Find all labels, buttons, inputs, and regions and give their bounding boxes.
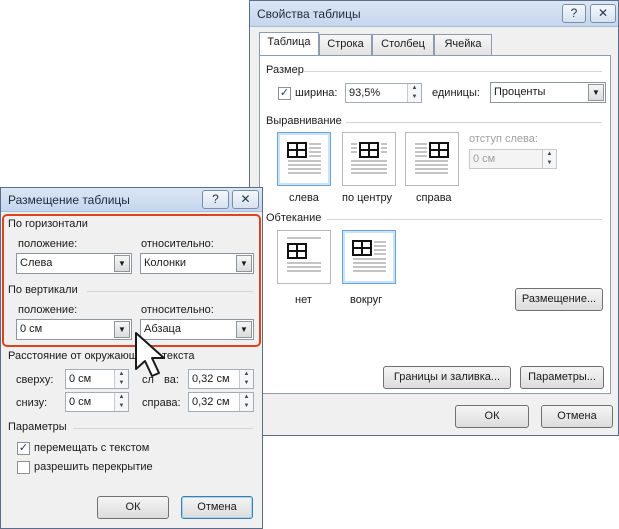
dialog-title: Свойства таблицы (257, 7, 361, 21)
table-positioning-dialog: Размещение таблицы ? ✕ По горизонтали по… (0, 187, 263, 529)
left-field[interactable]: 0,32 см ▲ ▼ (188, 369, 254, 389)
title-bar: Свойства таблицы ? ✕ (250, 1, 618, 27)
spin-up-icon: ▲ (243, 371, 250, 377)
distance-group-label: Расстояние от окружающ (8, 350, 138, 362)
align-left-label: слева (289, 192, 319, 204)
width-label: ширина: (295, 87, 338, 99)
allow-overlap-label: разрешить перекрытие (34, 461, 153, 473)
indent-spinner[interactable]: ▲ ▼ (542, 150, 556, 168)
mouse-cursor-icon (135, 332, 165, 377)
move-with-text-label: перемещать с текстом (34, 442, 150, 454)
align-right-tile[interactable] (405, 132, 459, 186)
ok-button[interactable]: ОК (97, 496, 169, 519)
params-group-label: Параметры (8, 421, 67, 433)
top-value: 0 см (69, 373, 92, 385)
right-field[interactable]: 0,32 см ▲ ▼ (188, 392, 254, 412)
help-icon: ? (212, 192, 219, 206)
right-label: справа: (142, 397, 181, 409)
align-center-label: по центру (342, 192, 393, 204)
positioning-button[interactable]: Размещение... (515, 288, 603, 311)
align-center-icon (351, 142, 387, 174)
spin-up-icon: ▲ (411, 85, 418, 91)
wrap-around-label: вокруг (350, 294, 383, 306)
cancel-button[interactable]: Отмена (541, 405, 613, 428)
title-bar: Размещение таблицы ? ✕ (1, 188, 262, 212)
highlight-frame (2, 214, 261, 347)
align-left-tile[interactable] (277, 132, 331, 186)
spin-down-icon: ▼ (243, 380, 250, 386)
wrap-none-label: нет (295, 294, 312, 306)
tab-column[interactable]: Столбец (372, 34, 434, 55)
wrap-none-icon (287, 237, 321, 272)
spin-up-icon: ▲ (243, 394, 250, 400)
spin-up-icon: ▲ (546, 151, 553, 157)
close-button[interactable]: ✕ (232, 190, 259, 209)
indent-label: отступ слева: (469, 133, 538, 145)
spin-up-icon: ▲ (118, 371, 125, 377)
borders-shading-button[interactable]: Границы и заливка... (383, 366, 511, 389)
allow-overlap-checkbox[interactable] (17, 461, 30, 474)
chevron-down-icon: ▼ (588, 84, 604, 101)
tab-panel: Размер ✓ ширина: 93,5% ▲ ▼ единицы: Проце… (259, 55, 611, 394)
align-right-label: справа (416, 192, 452, 204)
units-label: единицы: (432, 87, 480, 99)
close-icon: ✕ (597, 6, 609, 20)
wrap-around-icon (352, 240, 386, 272)
right-spinner[interactable]: ▲ ▼ (239, 393, 253, 411)
move-with-text-checkbox[interactable]: ✓ (17, 442, 30, 455)
tab-table[interactable]: Таблица (259, 32, 319, 55)
cancel-button[interactable]: Отмена (181, 496, 253, 519)
left-spinner[interactable]: ▲ ▼ (239, 370, 253, 388)
divider (327, 219, 602, 220)
divider (73, 428, 253, 429)
divider (304, 71, 602, 72)
bottom-field[interactable]: 0 см ▲ ▼ (65, 392, 129, 412)
units-value: Проценты (494, 86, 546, 98)
bottom-value: 0 см (69, 396, 92, 408)
units-select[interactable]: Проценты ▼ (490, 82, 606, 103)
top-spinner[interactable]: ▲ ▼ (114, 370, 128, 388)
bottom-label: снизу: (16, 397, 48, 409)
width-spinner[interactable]: ▲ ▼ (407, 84, 421, 102)
close-button[interactable]: ✕ (590, 4, 616, 23)
spin-down-icon: ▼ (411, 94, 418, 100)
divider (346, 122, 602, 123)
size-group-label: Размер (266, 64, 304, 76)
spin-down-icon: ▼ (118, 380, 125, 386)
help-button[interactable]: ? (202, 190, 229, 209)
spin-up-icon: ▲ (118, 394, 125, 400)
align-right-icon (415, 142, 449, 174)
width-field[interactable]: 93,5% ▲ ▼ (345, 83, 422, 103)
help-button[interactable]: ? (562, 4, 586, 23)
tab-cell[interactable]: Ячейка (434, 34, 492, 55)
spin-down-icon: ▼ (546, 160, 553, 166)
spin-down-icon: ▼ (243, 403, 250, 409)
spin-down-icon: ▼ (118, 403, 125, 409)
align-left-icon (287, 142, 321, 174)
right-value: 0,32 см (192, 396, 230, 408)
alignment-group-label: Выравнивание (266, 115, 342, 127)
tab-row[interactable]: Строка (319, 34, 372, 55)
wrap-none-tile[interactable] (277, 230, 331, 284)
dialog-title: Размещение таблицы (8, 193, 130, 207)
width-value: 93,5% (349, 87, 381, 99)
wrap-group-label: Обтекание (266, 212, 322, 224)
tab-strip: Таблица Строка Столбец Ячейка (259, 32, 611, 56)
bottom-spinner[interactable]: ▲ ▼ (114, 393, 128, 411)
top-label: сверху: (16, 374, 54, 386)
align-center-tile[interactable] (342, 132, 396, 186)
ok-button[interactable]: ОК (455, 405, 529, 428)
left-value: 0,32 см (192, 373, 230, 385)
wrap-around-tile[interactable] (342, 230, 396, 284)
options-button[interactable]: Параметры... (520, 366, 604, 389)
width-checkbox[interactable]: ✓ (278, 87, 291, 100)
table-properties-dialog: Свойства таблицы ? ✕ Таблица Строка Стол… (249, 0, 619, 436)
indent-field[interactable]: 0 см ▲ ▼ (469, 149, 557, 169)
help-icon: ? (570, 6, 578, 20)
close-icon: ✕ (240, 192, 251, 206)
indent-value: 0 см (473, 153, 496, 165)
top-field[interactable]: 0 см ▲ ▼ (65, 369, 129, 389)
